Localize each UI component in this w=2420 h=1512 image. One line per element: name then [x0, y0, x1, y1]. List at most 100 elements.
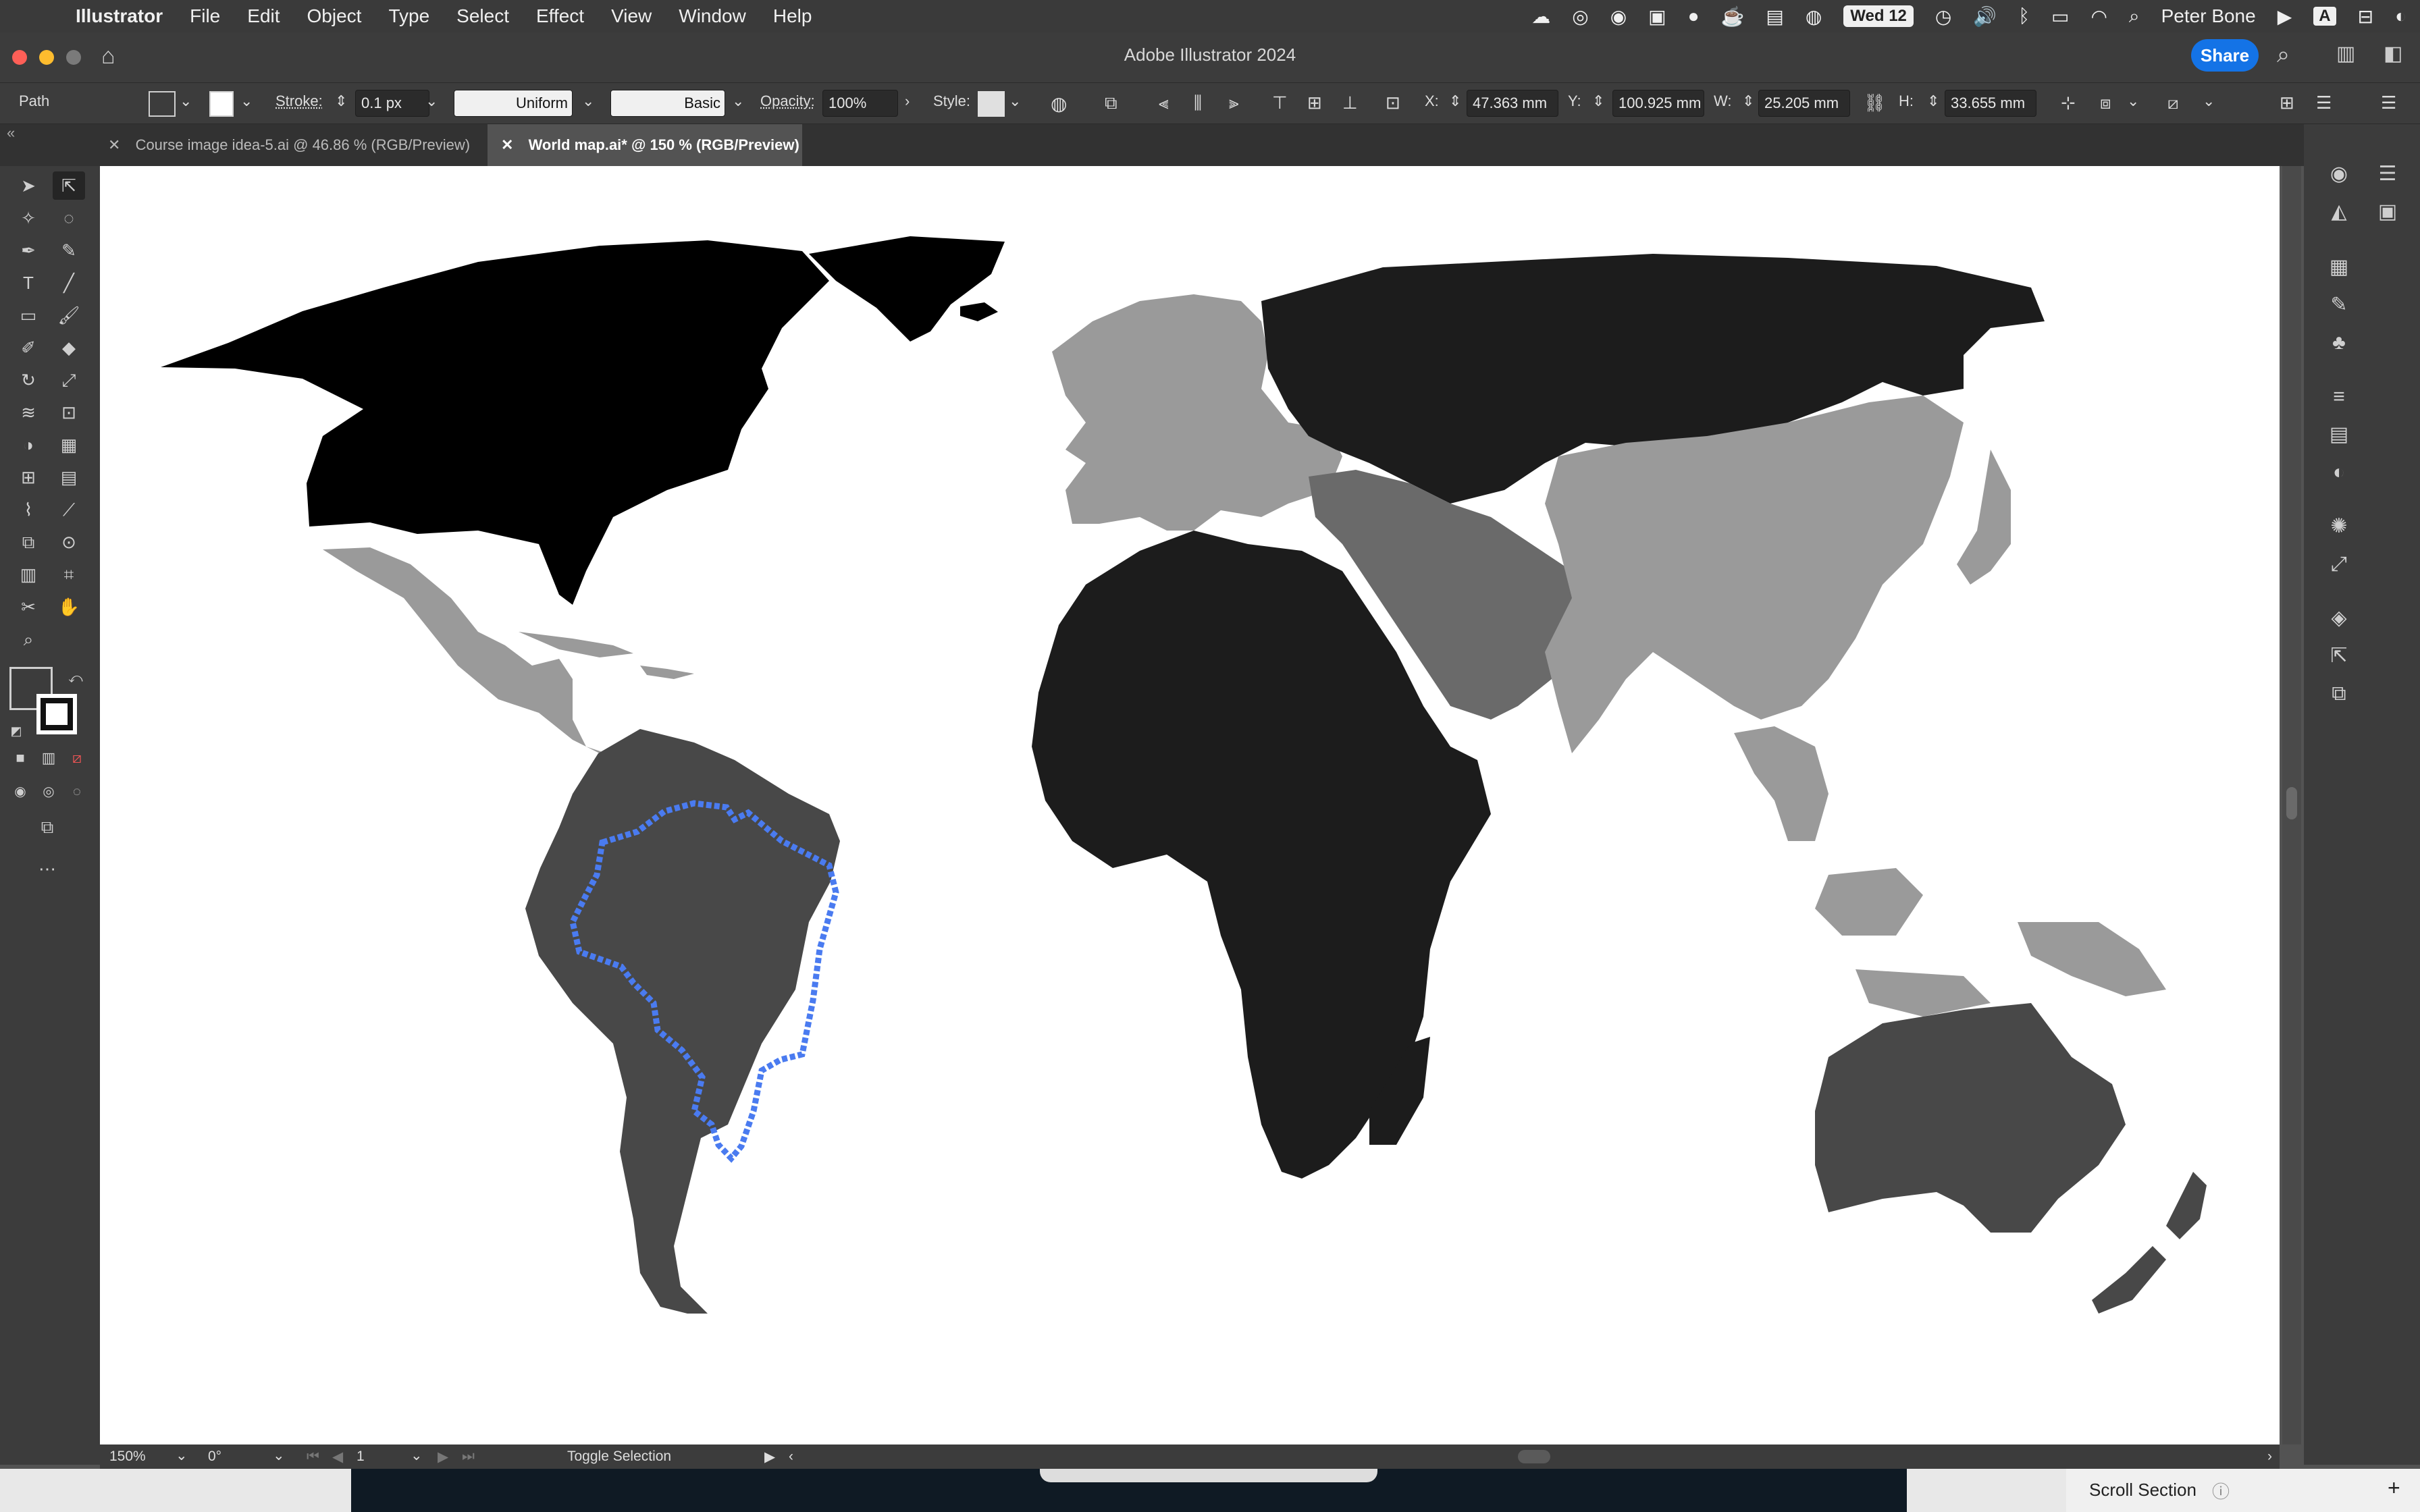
stroke-dropdown-icon[interactable]: ⌄ — [240, 92, 253, 110]
artboards-icon[interactable]: ⧉ — [2323, 678, 2355, 710]
opacity-arrow-icon[interactable]: › — [905, 92, 910, 110]
zoom-tool-icon[interactable]: ⌕ — [12, 625, 45, 653]
style-dropdown-icon[interactable]: ⌄ — [1009, 92, 1021, 110]
width-tool-icon[interactable]: ≋ — [12, 398, 45, 427]
selection-tool-icon[interactable]: ➤ — [12, 171, 45, 200]
menu-type[interactable]: Type — [388, 5, 429, 27]
align-right-icon[interactable]: ⫸ — [1229, 92, 1239, 114]
share-button[interactable]: Share — [2191, 39, 2259, 72]
stroke-weight-dropdown-icon[interactable]: ⌄ — [425, 92, 438, 110]
notion-icon[interactable]: ▣ — [1648, 5, 1666, 28]
panel-toggle-icon[interactable]: ◧ — [2384, 42, 2402, 65]
tab-world-map[interactable]: ✕ World map.ai* @ 150 % (RGB/Preview) — [488, 124, 802, 166]
artboard-number[interactable]: 1 — [357, 1449, 365, 1465]
zoom-level[interactable]: 150% — [109, 1449, 146, 1465]
rotation-dropdown-icon[interactable]: ⌄ — [273, 1447, 285, 1464]
menu-effect[interactable]: Effect — [536, 5, 584, 27]
properties-icon[interactable]: ☰ — [2316, 92, 2332, 113]
export-icon[interactable]: ⇱ — [2323, 640, 2355, 672]
south-america[interactable] — [525, 729, 840, 1314]
southeast-asia[interactable] — [1734, 726, 2166, 1017]
transform-icon[interactable]: ⊹ — [2061, 92, 2076, 113]
arrange-documents-icon[interactable]: ⊞ — [2280, 92, 2294, 113]
isolate-dropdown-icon[interactable]: ⌄ — [2203, 92, 2215, 110]
blend-tool-icon[interactable]: ⧉ — [12, 528, 45, 556]
type-tool-icon[interactable]: T — [12, 269, 45, 297]
prev-artboard-icon[interactable]: ◀ — [332, 1449, 343, 1465]
stroke-swatch[interactable] — [209, 91, 234, 117]
fill-dropdown-icon[interactable]: ⌄ — [180, 92, 192, 110]
volume-icon[interactable]: 🔊 — [1973, 5, 1997, 28]
none-mode-icon[interactable]: ⧄ — [61, 744, 93, 772]
swap-fill-stroke-icon[interactable]: ⤺ — [59, 664, 92, 693]
date-badge[interactable]: Wed 12 — [1843, 5, 1914, 27]
symbols-icon[interactable]: ♣ — [2323, 327, 2355, 359]
draw-normal-icon[interactable]: ◉ — [4, 778, 36, 806]
menu-view[interactable]: View — [611, 5, 652, 27]
vertical-scrollbar[interactable] — [2282, 166, 2301, 1444]
appearance-icon[interactable]: ◉ — [2323, 158, 2355, 190]
australia[interactable] — [1815, 1003, 2126, 1233]
color-mode-icon[interactable]: ■ — [4, 744, 36, 772]
user-name[interactable]: Peter Bone — [2161, 5, 2256, 27]
hand-tool-icon[interactable]: ✋ — [53, 593, 85, 621]
menu-file[interactable]: File — [190, 5, 220, 27]
align-left-icon[interactable]: ⫷ — [1159, 92, 1169, 114]
menu-app-name[interactable]: Illustrator — [76, 5, 163, 27]
perspective-grid-tool-icon[interactable]: ▦ — [53, 431, 85, 459]
stroke-label[interactable]: Stroke: — [275, 92, 323, 110]
graph-tool-icon[interactable]: ▥ — [12, 560, 45, 589]
clock-icon[interactable]: ◷ — [1935, 5, 1951, 28]
width-field[interactable]: 25.205 mm — [1758, 90, 1850, 117]
new-zealand[interactable] — [2092, 1172, 2207, 1314]
shape-builder-tool-icon[interactable]: ◑ — [12, 431, 45, 459]
screen-mode-icon[interactable]: ⧉ — [31, 813, 63, 841]
h-stepper-icon[interactable]: ⇕ — [1927, 92, 1939, 110]
japan[interactable] — [1957, 450, 2011, 585]
tab-course-image[interactable]: ✕ Course image idea-5.ai @ 46.86 % (RGB/… — [95, 124, 483, 166]
opacity-label[interactable]: Opacity: — [760, 92, 815, 110]
last-artboard-icon[interactable]: ⏭ — [462, 1449, 475, 1465]
current-tool-label[interactable]: Toggle Selection — [567, 1449, 671, 1465]
graphic-styles-icon[interactable]: ✺ — [2323, 510, 2355, 543]
cloud-icon[interactable]: ☁ — [1531, 5, 1550, 28]
gradient-panel-icon[interactable]: ▤ — [2323, 418, 2355, 451]
horizontal-scroll-thumb[interactable] — [1518, 1450, 1550, 1463]
vertical-scroll-thumb[interactable] — [2286, 787, 2297, 819]
brushes-icon[interactable]: ✎ — [2323, 289, 2355, 321]
info-icon[interactable]: ⓘ — [2212, 1478, 2230, 1503]
graphic-style-swatch[interactable] — [978, 91, 1005, 117]
symbol-sprayer-tool-icon[interactable]: ⊙ — [53, 528, 85, 556]
scroll-section-label[interactable]: Scroll Section — [2089, 1480, 2197, 1501]
asset-export-icon[interactable]: ⤢ — [2323, 548, 2355, 580]
fill-swatch[interactable] — [149, 91, 176, 117]
circle-app-icon[interactable]: ● — [1688, 5, 1700, 27]
next-artboard-icon[interactable]: ▶ — [438, 1449, 448, 1465]
edit-toolbar-icon[interactable]: ⋯ — [31, 855, 63, 883]
search-icon[interactable]: ⌕ — [2277, 42, 2290, 68]
draw-behind-icon[interactable]: ◎ — [32, 778, 65, 806]
transparency-icon[interactable]: ◐ — [2323, 456, 2355, 489]
shaper-tool-icon[interactable]: ✐ — [12, 333, 45, 362]
y-stepper-icon[interactable]: ⇕ — [1592, 92, 1604, 110]
transform-grid-icon[interactable]: ⊡ — [1386, 92, 1400, 113]
height-field[interactable]: 33.655 mm — [1945, 90, 2036, 117]
menu-help[interactable]: Help — [773, 5, 812, 27]
rotation-value[interactable]: 0° — [208, 1449, 221, 1465]
add-icon[interactable]: + — [2388, 1476, 2400, 1501]
libraries-icon[interactable]: ▣ — [2371, 196, 2404, 228]
control-center-icon[interactable]: ⊟ — [2358, 5, 2373, 28]
w-stepper-icon[interactable]: ⇕ — [1742, 92, 1754, 110]
greenland[interactable] — [809, 236, 1005, 342]
stroke-stepper-icon[interactable]: ⇕ — [335, 92, 347, 110]
artboard-tool-icon[interactable]: ⌗ — [53, 560, 85, 589]
swatches-icon[interactable]: ▦ — [2323, 251, 2355, 284]
magic-wand-tool-icon[interactable]: ✧ — [12, 204, 45, 232]
color-guide-icon[interactable]: ◭ — [2323, 196, 2355, 228]
gradient-tool-icon[interactable]: ▤ — [53, 463, 85, 491]
iceland[interactable] — [960, 302, 998, 321]
stroke-panel-icon[interactable]: ≡ — [2323, 381, 2355, 413]
isolate-icon[interactable]: ⧄ — [2167, 92, 2179, 114]
gradient-mode-icon[interactable]: ▥ — [32, 744, 65, 772]
menu-object[interactable]: Object — [307, 5, 362, 27]
